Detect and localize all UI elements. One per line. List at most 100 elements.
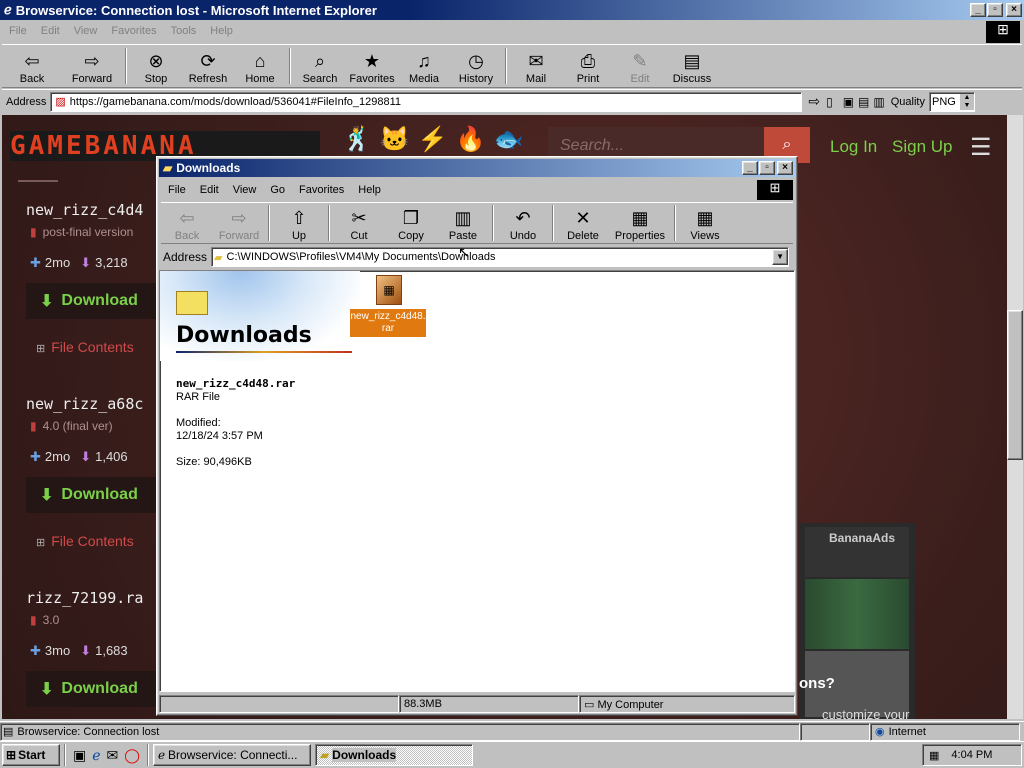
cut-button[interactable]: ✂ Cut [333, 204, 385, 242]
network-icon[interactable]: ▦ [929, 749, 939, 762]
toolbar-label: Back [174, 230, 200, 242]
version-label: 4.0 (final ver) [42, 419, 113, 433]
opera-icon[interactable]: ◯ [124, 747, 140, 764]
menu-item-favorites[interactable]: Favorites [104, 25, 163, 37]
image-icon[interactable]: ▣ [843, 95, 854, 109]
file-name[interactable]: new_rizz_c4d4 [26, 201, 143, 219]
file-contents-label: File Contents [51, 339, 134, 355]
url-text: https://gamebanana.com/mods/download/536… [69, 95, 402, 108]
url-field[interactable]: ▨ https://gamebanana.com/mods/download/5… [50, 91, 803, 112]
views-button[interactable]: ▦ Views [679, 204, 731, 242]
forward-button[interactable]: ⇨ Forward [213, 204, 265, 242]
discuss-icon: ▤ [683, 51, 701, 71]
status-location-text: My Computer [597, 699, 664, 711]
divider [328, 205, 330, 241]
edit-button[interactable]: ✎ Edit [614, 47, 666, 85]
undo-button[interactable]: ↶ Undo [497, 204, 549, 242]
search-button[interactable]: ⌕ Search [294, 47, 346, 85]
download-count: 3,218 [95, 255, 128, 270]
bookmark-icon[interactable]: ▯ [826, 95, 833, 109]
menu-item-help[interactable]: Help [203, 25, 240, 37]
status-pane [159, 695, 399, 713]
toolbar-label: Print [576, 73, 600, 85]
file-age: 2mo [44, 255, 71, 270]
outlook-icon[interactable]: ✉ [107, 747, 119, 764]
download-count: 1,406 [95, 449, 128, 464]
delete-icon: ✕ [575, 208, 591, 228]
menu-item-view[interactable]: View [226, 184, 264, 196]
spin-icon[interactable]: ▲ ▼ [959, 93, 974, 110]
mail-button[interactable]: ✉ Mail [510, 47, 562, 85]
status-size: 88.3MB [399, 695, 579, 713]
forward-button[interactable]: ⇨ Forward [62, 47, 122, 85]
login-link[interactable]: Log In [830, 137, 877, 157]
desktop-icon[interactable]: ▣ [73, 747, 86, 764]
file-item-label[interactable]: new_rizz_c4d48.rar [350, 309, 426, 337]
back-arrow-icon: ⇦ [24, 51, 40, 71]
menu-item-edit[interactable]: Edit [193, 184, 226, 196]
copy-button[interactable]: ❐ Copy [385, 204, 437, 242]
favorites-button[interactable]: ★ Favorites [346, 47, 398, 85]
ad-caption: customize your [822, 707, 910, 719]
media-button[interactable]: ♫ Media [398, 47, 450, 85]
delete-button[interactable]: ✕ Delete [557, 204, 609, 242]
discuss-button[interactable]: ▤ Discuss [666, 47, 718, 85]
stop-button[interactable]: ⊗ Stop [130, 47, 182, 85]
download-button[interactable]: ⬇ Download [26, 283, 166, 319]
maximize-button[interactable]: ▫ [987, 3, 1003, 17]
version-label: post-final version [42, 225, 134, 239]
frame-icon[interactable]: ▤ [858, 95, 869, 109]
menu-item-edit[interactable]: Edit [34, 25, 67, 37]
rar-file-icon[interactable]: ▦ [376, 275, 402, 305]
ie-icon[interactable]: ℯ [92, 747, 100, 764]
menu-item-file[interactable]: File [161, 184, 193, 196]
print-button[interactable]: ⎙ Print [562, 47, 614, 85]
menu-item-view[interactable]: View [67, 25, 105, 37]
close-button[interactable]: × [777, 161, 793, 175]
menu-item-file[interactable]: File [2, 25, 34, 37]
search-placeholder: Search... [560, 137, 625, 154]
chevron-down-icon[interactable]: ▼ [772, 249, 789, 265]
properties-icon: ▦ [631, 208, 649, 228]
clipboard-icon[interactable]: ▥ [873, 95, 884, 109]
file-name[interactable]: rizz_72199.ra [26, 589, 143, 607]
paste-icon: ▥ [454, 208, 472, 228]
ad-panel[interactable]: BananaAds ons? [799, 523, 915, 719]
maximize-button[interactable]: ▫ [759, 161, 775, 175]
file-name[interactable]: new_rizz_a68c [26, 395, 143, 413]
menu-item-favorites[interactable]: Favorites [292, 184, 351, 196]
start-button[interactable]: ⊞ Start [2, 744, 60, 766]
up-button[interactable]: ⇧ Up [273, 204, 325, 242]
print-icon: ⎙ [580, 51, 596, 71]
toolbar-label: Forward [71, 73, 113, 85]
download-button[interactable]: ⬇ Download [26, 671, 166, 707]
folder-view[interactable]: Downloads new_rizz_c4d48.rar RAR File Mo… [159, 270, 795, 692]
close-button[interactable]: × [1006, 3, 1022, 17]
back-button[interactable]: ⇦ Back [161, 204, 213, 242]
properties-button[interactable]: ▦ Properties [609, 204, 671, 242]
download-button[interactable]: ⬇ Download [26, 477, 166, 513]
go-arrow-icon[interactable]: ⇨ [808, 93, 820, 110]
file-contents-toggle[interactable]: ⊞ File Contents [36, 533, 134, 549]
refresh-button[interactable]: ⟳ Refresh [182, 47, 234, 85]
back-button[interactable]: ⇦ Back [2, 47, 62, 85]
scrollbar-thumb[interactable] [1007, 310, 1023, 460]
history-button[interactable]: ◷ History [450, 47, 502, 85]
signup-link[interactable]: Sign Up [892, 137, 952, 157]
taskbar-item-browservice[interactable]: ℯ Browservice: Connecti... [152, 744, 311, 766]
path-field[interactable]: ▰ C:\WINDOWS\Profiles\VM4\My Documents\D… [211, 247, 790, 267]
taskbar-item-downloads[interactable]: ▰ Downloads [314, 744, 473, 766]
minimize-button[interactable]: _ [970, 3, 986, 17]
minimize-button[interactable]: _ [742, 161, 758, 175]
menu-item-go[interactable]: Go [263, 184, 292, 196]
clock[interactable]: 4:04 PM [951, 749, 992, 761]
page-scrollbar[interactable] [1007, 115, 1023, 719]
file-contents-toggle[interactable]: ⊞ File Contents [36, 339, 134, 355]
home-button[interactable]: ⌂ Home [234, 47, 286, 85]
folder-icon: ▰ [163, 161, 173, 175]
hamburger-menu-icon[interactable]: ☰ [970, 133, 992, 162]
menu-item-tools[interactable]: Tools [164, 25, 204, 37]
paste-button[interactable]: ▥ Paste [437, 204, 489, 242]
menu-item-help[interactable]: Help [351, 184, 388, 196]
quality-select[interactable]: PNG ▲ ▼ [928, 91, 975, 112]
